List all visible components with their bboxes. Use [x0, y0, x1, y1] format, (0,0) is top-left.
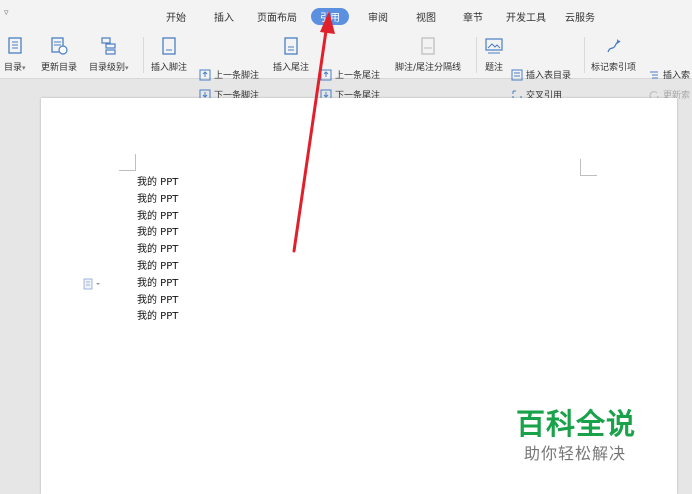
watermark-subtitle: 助你轻松解决	[524, 444, 627, 463]
watermark-title: 百科全说	[516, 407, 637, 441]
